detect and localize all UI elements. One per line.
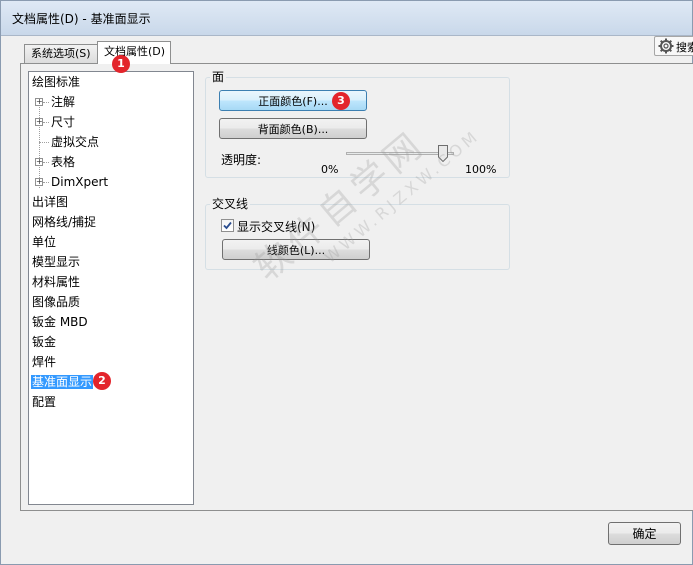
tree-item-label: 虚拟交点: [51, 135, 100, 149]
annotation-badge-3: 3: [332, 92, 350, 110]
intersection-group-title: 交叉线: [210, 197, 251, 211]
gear-icon: [658, 38, 674, 54]
tree-item-units[interactable]: 单位: [32, 233, 56, 251]
tree-guide-line: [43, 122, 49, 123]
tree-item-label: 绘图标准: [32, 75, 81, 89]
tree-item-plane-display[interactable]: 基准面显示: [31, 373, 94, 391]
tree-guide-line: [43, 182, 49, 183]
category-tree[interactable]: 绘图标准 + 注解 + 尺寸 虚拟交点 + 表格 + DimXpert 出详图 …: [28, 71, 194, 505]
tree-item-sheet-metal[interactable]: 钣金: [32, 333, 56, 351]
tree-item-virtual-sharps[interactable]: 虚拟交点: [51, 133, 99, 151]
tree-item-label: 基准面显示: [31, 375, 94, 389]
search-box[interactable]: 搜索: [654, 36, 693, 56]
tree-item-material-properties[interactable]: 材料属性: [32, 273, 80, 291]
slider-min-label: 0%: [321, 163, 339, 176]
tree-item-configurations[interactable]: 配置: [32, 393, 56, 411]
tree-item-label: 出详图: [32, 195, 69, 209]
line-color-button[interactable]: 线颜色(L)...: [222, 239, 370, 260]
tree-item-drafting-standard[interactable]: 绘图标准: [32, 73, 80, 91]
tree-item-label: 图像品质: [32, 295, 81, 309]
annotation-badge-2: 2: [93, 372, 111, 390]
tree-item-tables[interactable]: 表格: [51, 153, 75, 171]
expand-plus-icon[interactable]: +: [35, 118, 43, 126]
document-properties-dialog: 文档属性(D) - 基准面显示 搜索 系统选项(S) 文档属性(D) 1: [0, 0, 693, 565]
transparency-slider-thumb[interactable]: [438, 145, 449, 162]
tree-guide-line: [43, 162, 49, 163]
tree-item-label: 表格: [51, 155, 76, 169]
tab-document-properties[interactable]: 文档属性(D): [97, 41, 171, 64]
expand-plus-icon[interactable]: +: [35, 178, 43, 186]
tree-item-label: 配置: [32, 395, 57, 409]
tree-item-label: 模型显示: [32, 255, 81, 269]
tree-guide-line: [43, 102, 49, 103]
show-intersection-checkbox[interactable]: [221, 219, 234, 232]
tree-item-label: 单位: [32, 235, 57, 249]
tree-item-model-display[interactable]: 模型显示: [32, 253, 80, 271]
annotation-badge-1: 1: [112, 55, 130, 73]
tree-item-image-quality[interactable]: 图像品质: [32, 293, 80, 311]
tree-item-dimensions[interactable]: 尺寸: [51, 113, 75, 131]
back-face-color-button[interactable]: 背面颜色(B)...: [219, 118, 367, 139]
tree-item-dimxpert[interactable]: DimXpert: [51, 173, 108, 191]
window-title: 文档属性(D) - 基准面显示: [12, 12, 151, 26]
tab-system-options[interactable]: 系统选项(S): [24, 44, 98, 63]
ok-button[interactable]: 确定: [608, 522, 681, 545]
checkmark-icon: [223, 221, 232, 230]
tree-guide-line: [39, 142, 49, 143]
transparency-label: 透明度:: [221, 153, 262, 167]
tree-item-annotations[interactable]: 注解: [51, 93, 75, 111]
tree-item-grid-snap[interactable]: 网格线/捕捉: [32, 213, 96, 231]
slider-max-label: 100%: [465, 163, 497, 176]
tree-item-label: 材料属性: [32, 275, 81, 289]
tree-item-detailing[interactable]: 出详图: [32, 193, 68, 211]
search-label: 搜索: [676, 41, 693, 54]
tree-item-label: 焊件: [32, 355, 57, 369]
tree-item-label: 尺寸: [51, 115, 76, 129]
title-bar[interactable]: 文档属性(D) - 基准面显示: [1, 1, 692, 36]
faces-group-title: 面: [210, 70, 227, 84]
tree-item-label: 注解: [51, 95, 76, 109]
tree-item-weldments[interactable]: 焊件: [32, 353, 56, 371]
tree-guide-line: [39, 98, 40, 188]
tree-item-label: 网格线/捕捉: [32, 215, 97, 229]
tree-item-sheet-metal-mbd[interactable]: 钣金 MBD: [32, 313, 88, 331]
show-intersection-label[interactable]: 显示交叉线(N): [237, 218, 315, 235]
tree-item-label: DimXpert: [51, 175, 109, 189]
tree-item-label: 钣金 MBD: [32, 315, 88, 329]
tree-item-label: 钣金: [32, 335, 57, 349]
expand-plus-icon[interactable]: +: [35, 158, 43, 166]
expand-plus-icon[interactable]: +: [35, 98, 43, 106]
intersection-group: [205, 204, 510, 270]
